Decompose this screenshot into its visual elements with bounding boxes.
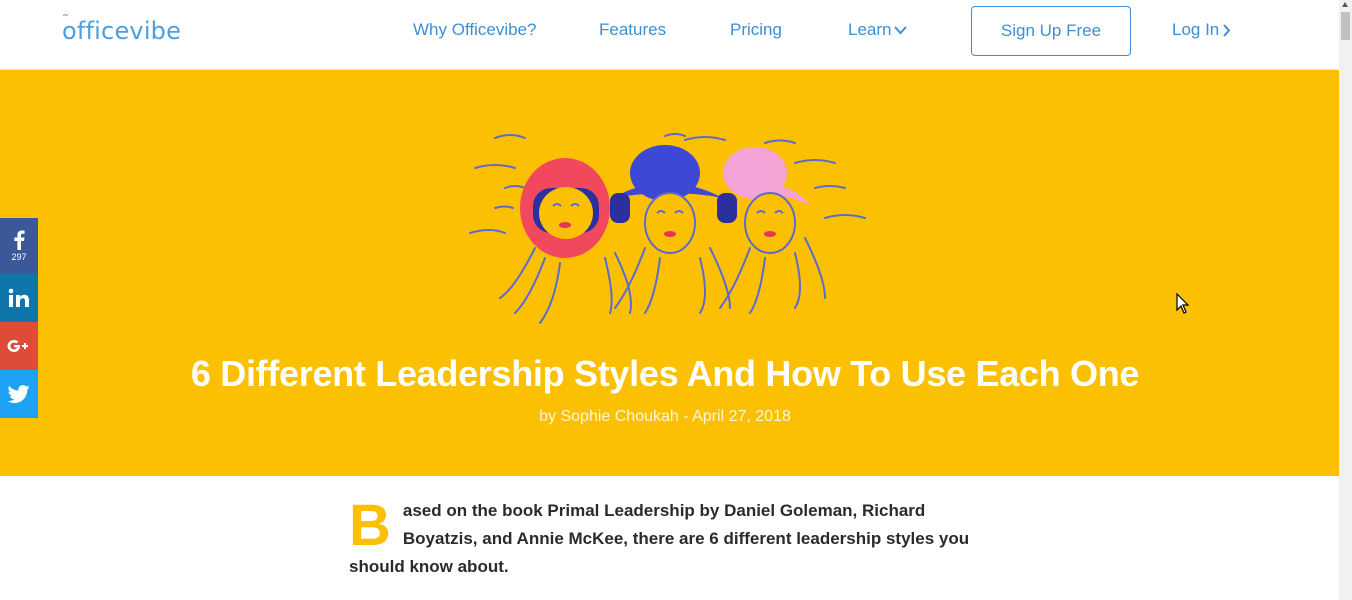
- linkedin-icon: [8, 288, 29, 307]
- nav-link-learn[interactable]: Learn: [848, 20, 908, 40]
- article-byline: by Sophie Choukah - April 27, 2018: [539, 408, 791, 425]
- article-body: Based on the book Primal Leadership by D…: [349, 497, 989, 581]
- logo-text: officevibe: [62, 17, 182, 45]
- logo-mark-icon: ˜: [62, 13, 70, 29]
- twitter-icon: [8, 385, 30, 403]
- share-linkedin-button[interactable]: [0, 274, 38, 322]
- mouse-cursor-icon: [1176, 293, 1190, 314]
- log-in-link[interactable]: Log In: [1172, 20, 1231, 40]
- chevron-down-icon: [894, 26, 908, 35]
- share-google-plus-button[interactable]: [0, 322, 38, 370]
- article-intro-paragraph: Based on the book Primal Leadership by D…: [349, 497, 989, 581]
- sign-up-free-button[interactable]: Sign Up Free: [971, 6, 1131, 56]
- nav-link-features[interactable]: Features: [599, 20, 666, 40]
- log-in-label: Log In: [1172, 20, 1220, 39]
- nav-link-pricing[interactable]: Pricing: [730, 20, 782, 40]
- facebook-icon: [14, 230, 25, 250]
- hero-banner: 6 Different Leadership Styles And How To…: [0, 70, 1339, 476]
- page-scrollbar[interactable]: [1339, 0, 1352, 600]
- officevibe-logo[interactable]: ˜ officevibe: [62, 13, 182, 45]
- scroll-thumb[interactable]: [1341, 12, 1350, 40]
- nav-link-why-officevibe[interactable]: Why Officevibe?: [413, 20, 536, 40]
- google-plus-icon: [7, 340, 28, 352]
- facebook-share-count: 297: [11, 252, 27, 262]
- nav-link-learn-label: Learn: [848, 20, 892, 39]
- share-twitter-button[interactable]: [0, 370, 38, 418]
- scroll-up-arrow-icon[interactable]: [1342, 2, 1348, 7]
- three-women-hats-illustration: [469, 133, 866, 324]
- chevron-right-icon: [1223, 24, 1231, 37]
- share-facebook-button[interactable]: 297: [0, 218, 38, 274]
- drop-cap: B: [349, 493, 391, 558]
- top-navigation: ˜ officevibe Why Officevibe? Features Pr…: [0, 0, 1339, 70]
- article-title: 6 Different Leadership Styles And How To…: [190, 353, 1140, 394]
- intro-text: ased on the book Primal Leadership by Da…: [349, 501, 970, 576]
